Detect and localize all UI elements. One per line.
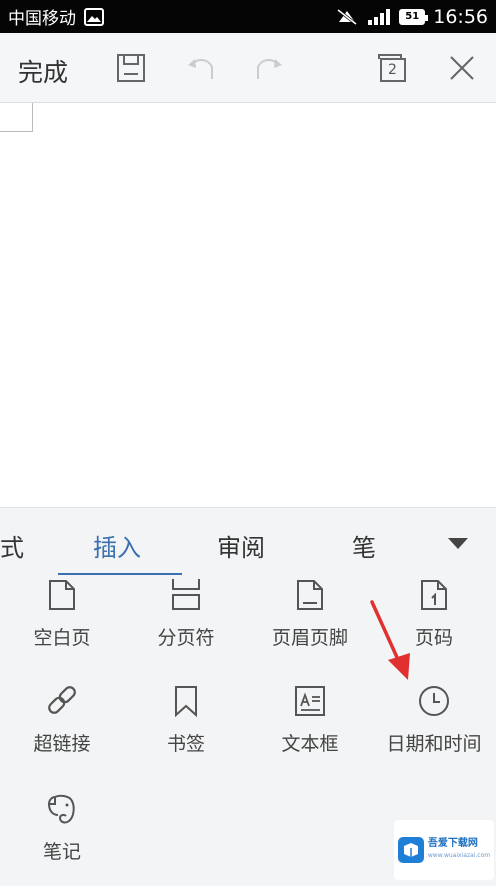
status-left: 中国移动 bbox=[8, 4, 104, 29]
watermark-url: www.wuaixiazai.com bbox=[427, 852, 491, 859]
insert-item-label: 分页符 bbox=[157, 627, 215, 649]
page-number-icon bbox=[420, 575, 448, 611]
site-watermark-logo: 吾爱下载网 www.wuaixiazai.com bbox=[394, 820, 494, 880]
document-canvas[interactable] bbox=[0, 103, 496, 507]
insert-item-label: 笔记 bbox=[42, 841, 81, 863]
bookmark-icon bbox=[174, 681, 198, 717]
insert-hyperlink[interactable]: 超链接 bbox=[0, 681, 124, 756]
chevron-down-icon[interactable] bbox=[448, 538, 468, 549]
editor-toolbar: 完成 2 bbox=[0, 33, 496, 103]
evernote-icon bbox=[47, 789, 77, 825]
window-count: 2 bbox=[388, 62, 397, 78]
redo-icon[interactable] bbox=[254, 53, 284, 83]
battery-icon: 51 bbox=[399, 8, 429, 25]
insert-bookmark[interactable]: 书签 bbox=[124, 681, 248, 756]
status-bar: 中国移动 51 16:56 bbox=[0, 0, 496, 33]
save-icon[interactable] bbox=[116, 53, 146, 83]
undo-icon[interactable] bbox=[186, 53, 216, 83]
red-arrow-annotation bbox=[362, 598, 422, 692]
insert-note[interactable]: 笔记 bbox=[0, 789, 124, 864]
watermark-logo-icon bbox=[397, 837, 424, 863]
text-box-icon bbox=[294, 681, 326, 717]
close-icon[interactable] bbox=[447, 53, 477, 83]
tab-pen[interactable]: 笔 bbox=[352, 528, 376, 563]
tab-review[interactable]: 审阅 bbox=[217, 528, 265, 563]
blank-page-icon bbox=[48, 575, 76, 611]
insert-text-box[interactable]: 文本框 bbox=[248, 681, 372, 756]
insert-item-label: 页眉页脚 bbox=[271, 627, 348, 649]
insert-item-label: 文本框 bbox=[281, 733, 339, 755]
gallery-notification-icon bbox=[84, 7, 104, 26]
insert-item-label: 超链接 bbox=[33, 733, 91, 755]
insert-header-footer[interactable]: 页眉页脚 bbox=[248, 575, 372, 650]
insert-date-time[interactable]: 日期和时间 bbox=[372, 681, 496, 756]
page-break-icon bbox=[171, 575, 201, 611]
watermark-text: 吾爱下载网 www.wuaixiazai.com bbox=[428, 838, 490, 862]
header-footer-icon bbox=[296, 575, 324, 611]
status-right: 51 16:56 bbox=[335, 6, 488, 28]
watermark-name: 吾爱下载网 bbox=[427, 838, 478, 849]
signal-icon bbox=[367, 8, 391, 26]
ribbon-tab-bar: 式 插入 审阅 笔 bbox=[0, 507, 496, 576]
page-margin-marker bbox=[0, 103, 33, 132]
tab-insert[interactable]: 插入 bbox=[93, 528, 141, 563]
carrier-name: 中国移动 bbox=[8, 9, 76, 29]
insert-blank-page[interactable]: 空白页 bbox=[0, 575, 124, 650]
insert-item-label: 日期和时间 bbox=[386, 733, 482, 755]
clock-icon bbox=[418, 681, 450, 717]
link-icon bbox=[45, 681, 79, 717]
insert-page-break[interactable]: 分页符 bbox=[124, 575, 248, 650]
insert-item-label: 空白页 bbox=[33, 627, 91, 649]
windows-icon[interactable]: 2 bbox=[377, 53, 407, 83]
insert-item-label: 书签 bbox=[166, 733, 205, 755]
sync-off-icon bbox=[335, 8, 359, 26]
status-time: 16:56 bbox=[433, 5, 488, 28]
tab-format[interactable]: 式 bbox=[0, 528, 24, 563]
done-button[interactable]: 完成 bbox=[18, 53, 68, 89]
